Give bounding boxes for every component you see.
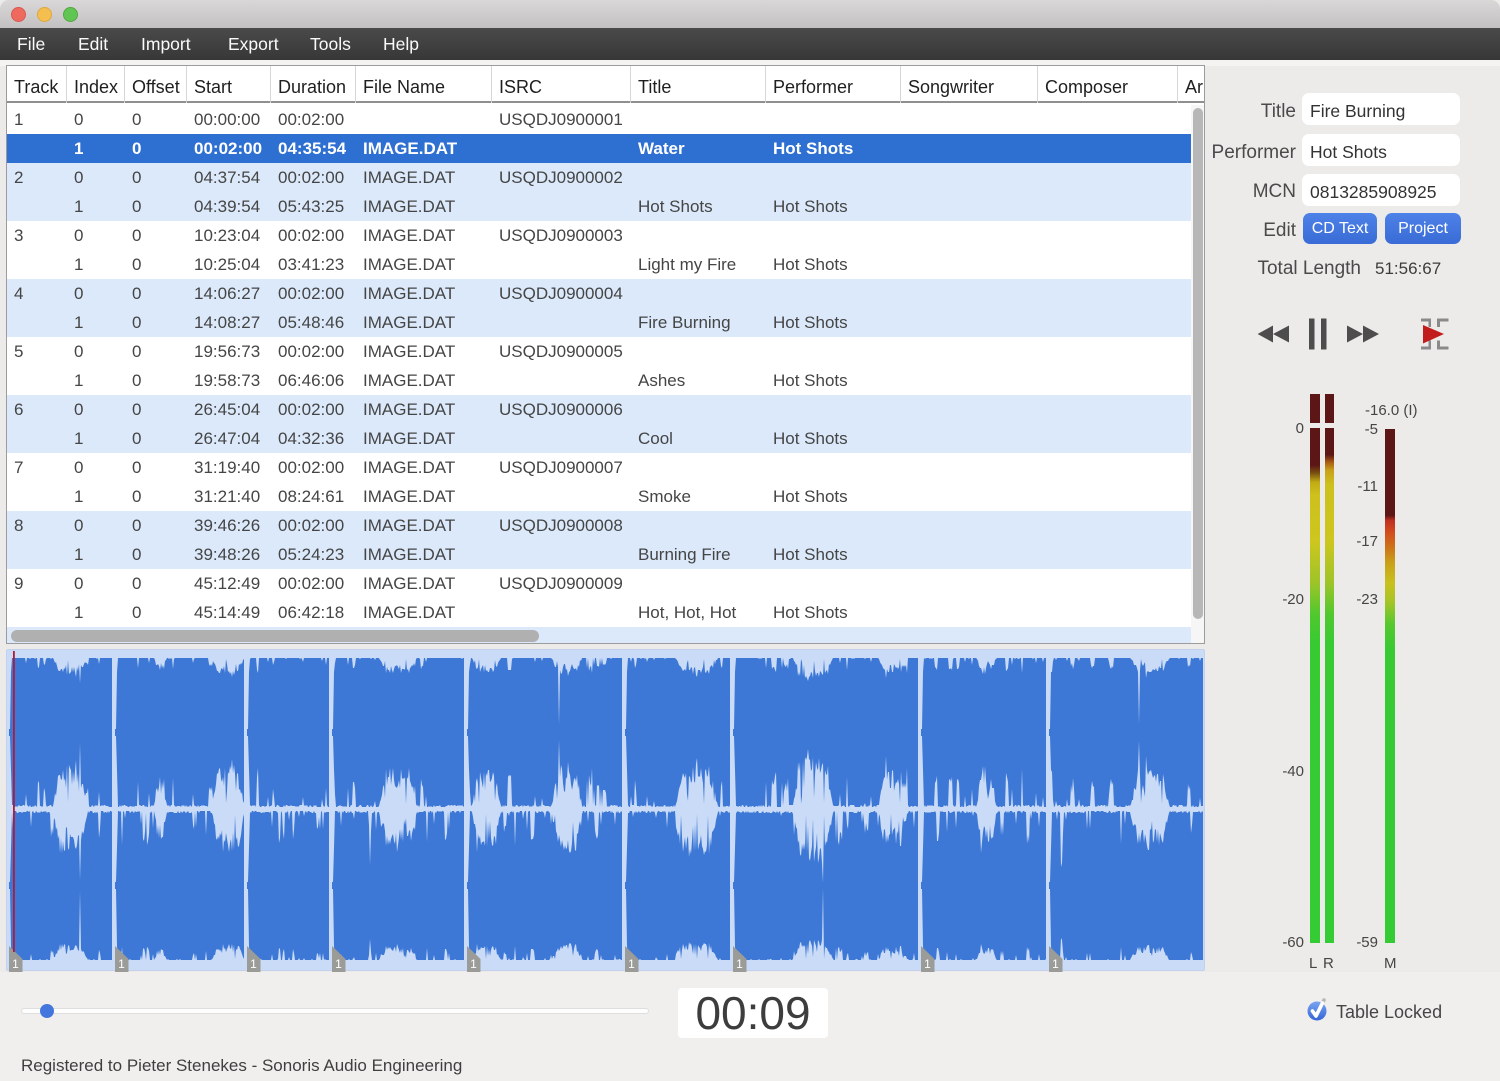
svg-text:1: 1 xyxy=(470,957,477,971)
svg-text:1: 1 xyxy=(628,957,635,971)
svg-text:1: 1 xyxy=(736,957,743,971)
svg-text:1: 1 xyxy=(1052,957,1059,971)
svg-text:1: 1 xyxy=(12,957,19,971)
svg-text:1: 1 xyxy=(924,957,931,971)
svg-text:1: 1 xyxy=(118,957,125,971)
svg-text:1: 1 xyxy=(250,957,257,971)
svg-text:1: 1 xyxy=(335,957,342,971)
